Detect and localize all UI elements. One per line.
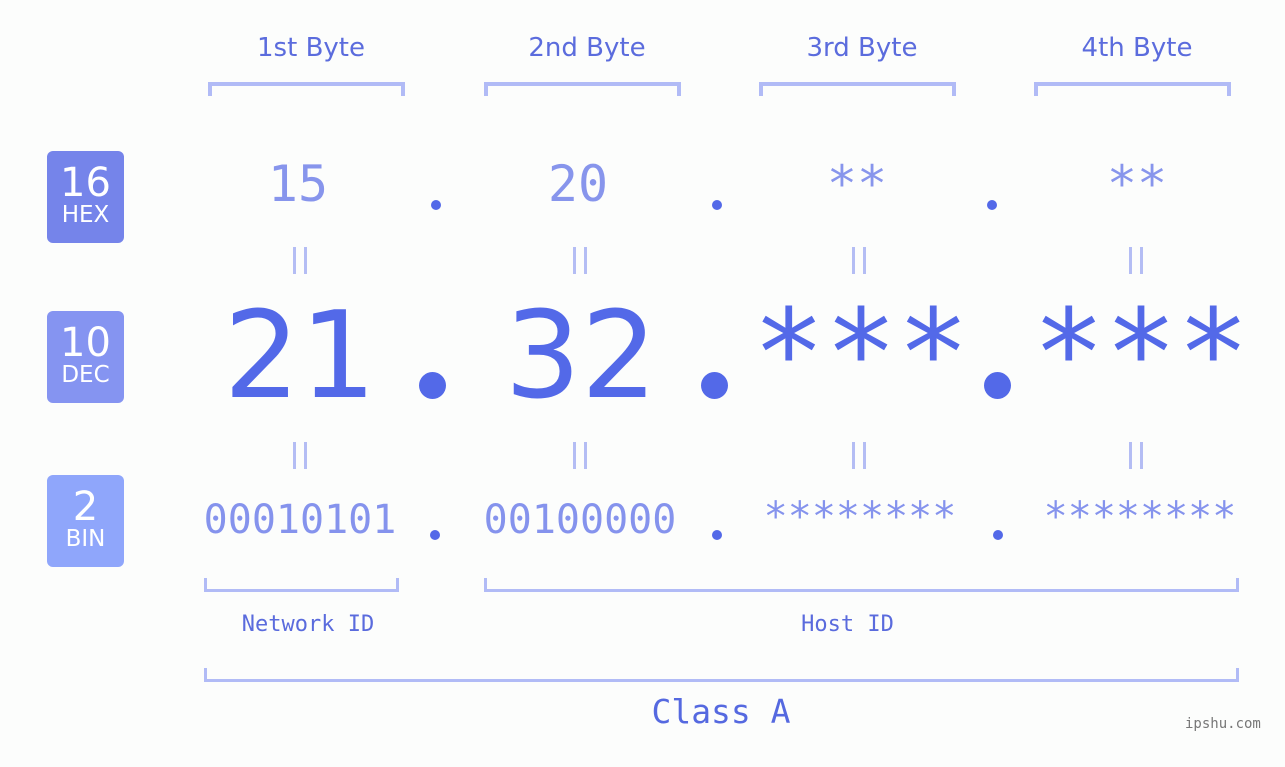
- dec-dot-3: [984, 372, 1011, 399]
- byte-header-2: 2nd Byte: [528, 33, 646, 63]
- dec-badge: 10 DEC: [47, 311, 124, 403]
- equals-icon: [852, 247, 866, 274]
- bin-dot-2: [712, 530, 722, 540]
- host-id-label: Host ID: [801, 612, 894, 637]
- watermark: ipshu.com: [1185, 716, 1261, 732]
- equals-icon: [293, 247, 307, 274]
- byte-bracket-2: [484, 82, 681, 96]
- bin-badge: 2 BIN: [47, 475, 124, 567]
- hex-dot-2: [712, 200, 722, 210]
- dec-dot-1: [419, 372, 446, 399]
- dec-dot-2: [701, 372, 728, 399]
- equals-icon: [573, 442, 587, 469]
- dec-byte-1: 21: [223, 287, 377, 426]
- dec-base-label: DEC: [61, 362, 110, 388]
- equals-icon: [293, 442, 307, 469]
- bin-byte-3: ********: [763, 494, 957, 540]
- byte-header-1: 1st Byte: [257, 33, 365, 63]
- hex-byte-3: **: [826, 155, 888, 213]
- bin-base-label: BIN: [65, 526, 106, 552]
- dec-base-number: 10: [60, 320, 111, 366]
- byte-bracket-1: [208, 82, 405, 96]
- bin-dot-3: [993, 530, 1003, 540]
- ip-class-label: Class A: [651, 692, 791, 731]
- bin-dot-1: [430, 530, 440, 540]
- hex-dot-3: [987, 200, 997, 210]
- network-id-label: Network ID: [241, 612, 375, 637]
- byte-header-4: 4th Byte: [1081, 33, 1193, 63]
- hex-dot-1: [431, 200, 441, 210]
- byte-bracket-4: [1034, 82, 1231, 96]
- bin-byte-2: 00100000: [483, 497, 677, 543]
- equals-icon: [1129, 247, 1143, 274]
- network-id-bracket: [204, 578, 399, 592]
- byte-bracket-3: [759, 82, 956, 96]
- bin-byte-1: 00010101: [203, 497, 397, 543]
- byte-header-3: 3rd Byte: [806, 33, 918, 63]
- equals-icon: [852, 442, 866, 469]
- hex-byte-1: 15: [267, 155, 329, 213]
- equals-icon: [1129, 442, 1143, 469]
- hex-badge: 16 HEX: [47, 151, 124, 243]
- dec-byte-3: ***: [752, 285, 970, 424]
- hex-base-number: 16: [60, 160, 111, 206]
- hex-byte-4: **: [1106, 155, 1168, 213]
- equals-icon: [573, 247, 587, 274]
- hex-byte-2: 20: [547, 155, 609, 213]
- dec-byte-4: ***: [1032, 285, 1250, 424]
- hex-base-label: HEX: [61, 202, 110, 228]
- host-id-bracket: [484, 578, 1239, 592]
- bin-base-number: 2: [72, 484, 99, 530]
- class-bracket: [204, 668, 1239, 682]
- dec-byte-2: 32: [504, 287, 658, 426]
- bin-byte-4: ********: [1043, 494, 1237, 540]
